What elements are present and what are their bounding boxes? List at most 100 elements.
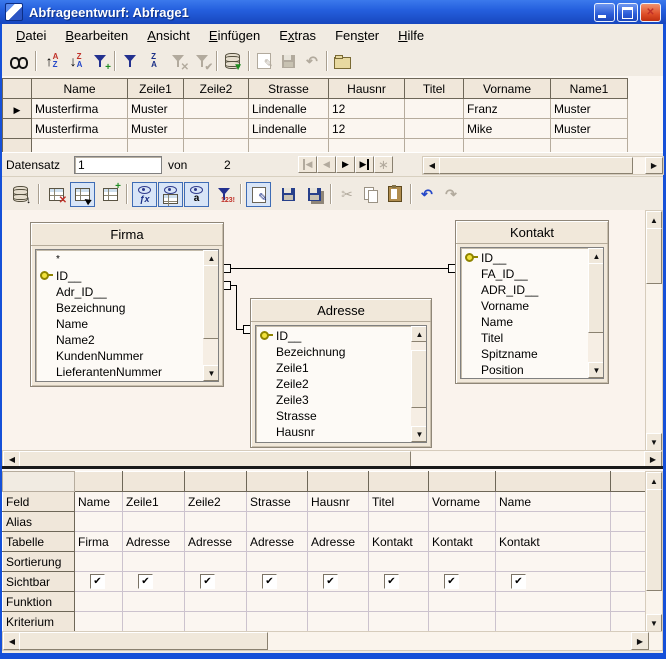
grid-cell[interactable]: Vorname [429, 492, 496, 512]
grid-cell[interactable]: Adresse [123, 532, 185, 552]
table-title[interactable]: Firma [31, 223, 223, 246]
cell[interactable] [32, 139, 128, 153]
sichtbar-checkbox[interactable]: ✔ [90, 574, 105, 589]
table-panel-adresse[interactable]: Adresse ID__ Bezeichnung Zeile1 Zeile2 Z… [250, 298, 432, 448]
field-item[interactable]: ID__ [256, 328, 426, 344]
grid-cell[interactable] [308, 552, 369, 572]
grid-cell[interactable] [611, 552, 646, 572]
field-item[interactable]: LieferantenNummer [36, 364, 218, 380]
menu-hilfe[interactable]: Hilfe [393, 26, 429, 45]
previous-record-button[interactable]: ◀ [317, 156, 336, 173]
cell[interactable] [128, 139, 184, 153]
scroll-up-button[interactable]: ▲ [646, 211, 662, 229]
grid-column-header[interactable] [247, 472, 308, 492]
cell[interactable] [249, 139, 329, 153]
scroll-thumb[interactable] [646, 228, 662, 284]
cell[interactable]: 12 [329, 99, 405, 119]
grid-column-header[interactable] [429, 472, 496, 492]
autofilter-button[interactable]: + [88, 49, 112, 73]
save-button[interactable] [276, 182, 300, 206]
close-button[interactable]: ✕ [640, 3, 661, 22]
last-record-button[interactable]: ▶ [355, 156, 374, 173]
remove-filter-button[interactable]: ✕ [166, 49, 190, 73]
grid-cell[interactable] [308, 512, 369, 532]
field-item[interactable]: Name [36, 316, 218, 332]
grid-cell[interactable] [611, 492, 646, 512]
cell[interactable] [551, 139, 628, 153]
grid-cell[interactable] [496, 552, 611, 572]
copy-button[interactable] [359, 182, 383, 206]
column-header[interactable]: Name [32, 79, 128, 99]
grid-cell[interactable] [369, 552, 429, 572]
grid-cell[interactable]: Kontakt [369, 532, 429, 552]
new-record-button[interactable]: ∗ [374, 156, 393, 173]
row-selector[interactable]: ▶ [3, 99, 32, 119]
row-selector[interactable] [3, 119, 32, 139]
grid-column-header[interactable] [308, 472, 369, 492]
scroll-down-button[interactable]: ▼ [646, 433, 662, 451]
table-design-area[interactable]: Firma * ID__ Adr_ID__ Bezeichnung Name N… [2, 210, 663, 466]
scroll-thumb[interactable] [19, 632, 268, 650]
cell[interactable] [405, 99, 464, 119]
field-item[interactable]: FA_ID__ [461, 266, 603, 282]
row-selector-header[interactable] [3, 79, 32, 99]
field-item[interactable]: Strasse [256, 408, 426, 424]
column-header[interactable]: Titel [405, 79, 464, 99]
first-record-button[interactable]: ◀ [298, 156, 317, 173]
scroll-thumb[interactable] [588, 263, 604, 333]
grid-cell[interactable]: Adresse [308, 532, 369, 552]
column-header[interactable]: Zeile1 [128, 79, 184, 99]
field-item[interactable]: Name [461, 314, 603, 330]
field-list-scrollbar[interactable]: ▲ ▼ [203, 250, 218, 381]
cell[interactable]: Mike [464, 119, 551, 139]
field-item[interactable]: Postfach [256, 440, 426, 443]
grid-cell[interactable] [185, 552, 247, 572]
grid-cell[interactable] [611, 532, 646, 552]
sort-ascending-button[interactable]: ↑ AZ [40, 49, 64, 73]
cell[interactable] [464, 139, 551, 153]
grid-cell[interactable] [308, 592, 369, 612]
field-item[interactable]: Bezeichnung [36, 300, 218, 316]
clear-query-button[interactable]: ✕ [44, 182, 68, 206]
grid-cell[interactable]: Hausnr [308, 492, 369, 512]
scroll-down-button[interactable]: ▼ [411, 426, 427, 442]
grid-cell[interactable] [611, 512, 646, 532]
grid-vscrollbar[interactable]: ▲ ▼ [645, 471, 663, 633]
scroll-thumb[interactable] [646, 489, 662, 591]
grid-column-header[interactable] [75, 472, 123, 492]
cell[interactable] [405, 139, 464, 153]
relation-line-firma-kontakt[interactable] [229, 268, 451, 269]
sichtbar-checkbox[interactable]: ✔ [384, 574, 399, 589]
cell[interactable]: Muster [128, 99, 184, 119]
scroll-up-button[interactable]: ▲ [411, 326, 427, 342]
row-selector[interactable] [3, 139, 32, 153]
grid-cell[interactable] [369, 612, 429, 632]
grid-cell[interactable] [496, 592, 611, 612]
edit-data-button[interactable]: ✎ [252, 49, 276, 73]
scroll-up-button[interactable]: ▲ [588, 248, 604, 264]
grid-cell[interactable] [123, 512, 185, 532]
cell[interactable]: Muster [128, 119, 184, 139]
grid-cell[interactable]: Firma [75, 532, 123, 552]
field-item[interactable]: Adr_ID__ [36, 284, 218, 300]
grid-cell[interactable]: Kontakt [496, 532, 611, 552]
field-item[interactable]: ID__ [461, 250, 603, 266]
grid-cell[interactable] [429, 512, 496, 532]
design-vscrollbar[interactable]: ▲ ▼ [645, 210, 663, 452]
cell[interactable]: Lindenalle [249, 99, 329, 119]
grid-cell[interactable] [496, 612, 611, 632]
grid-cell[interactable]: Kontakt [429, 532, 496, 552]
table-title[interactable]: Adresse [251, 299, 431, 322]
office-bar-button[interactable] [330, 49, 354, 73]
cut-button[interactable]: ✂ [335, 182, 359, 206]
grid-cell[interactable]: Zeile2 [185, 492, 247, 512]
record-number-input[interactable]: 1 [74, 156, 162, 174]
scroll-thumb[interactable] [411, 350, 427, 408]
field-item[interactable]: Hausnr [256, 424, 426, 440]
field-item[interactable]: Zeile2 [256, 376, 426, 392]
grid-cell[interactable] [75, 552, 123, 572]
sort-descending-button[interactable]: ↓ ZA [64, 49, 88, 73]
scroll-up-button[interactable]: ▲ [646, 472, 662, 490]
distinct-values-button[interactable]: 123! [212, 182, 236, 206]
maximize-button[interactable] [617, 3, 638, 22]
